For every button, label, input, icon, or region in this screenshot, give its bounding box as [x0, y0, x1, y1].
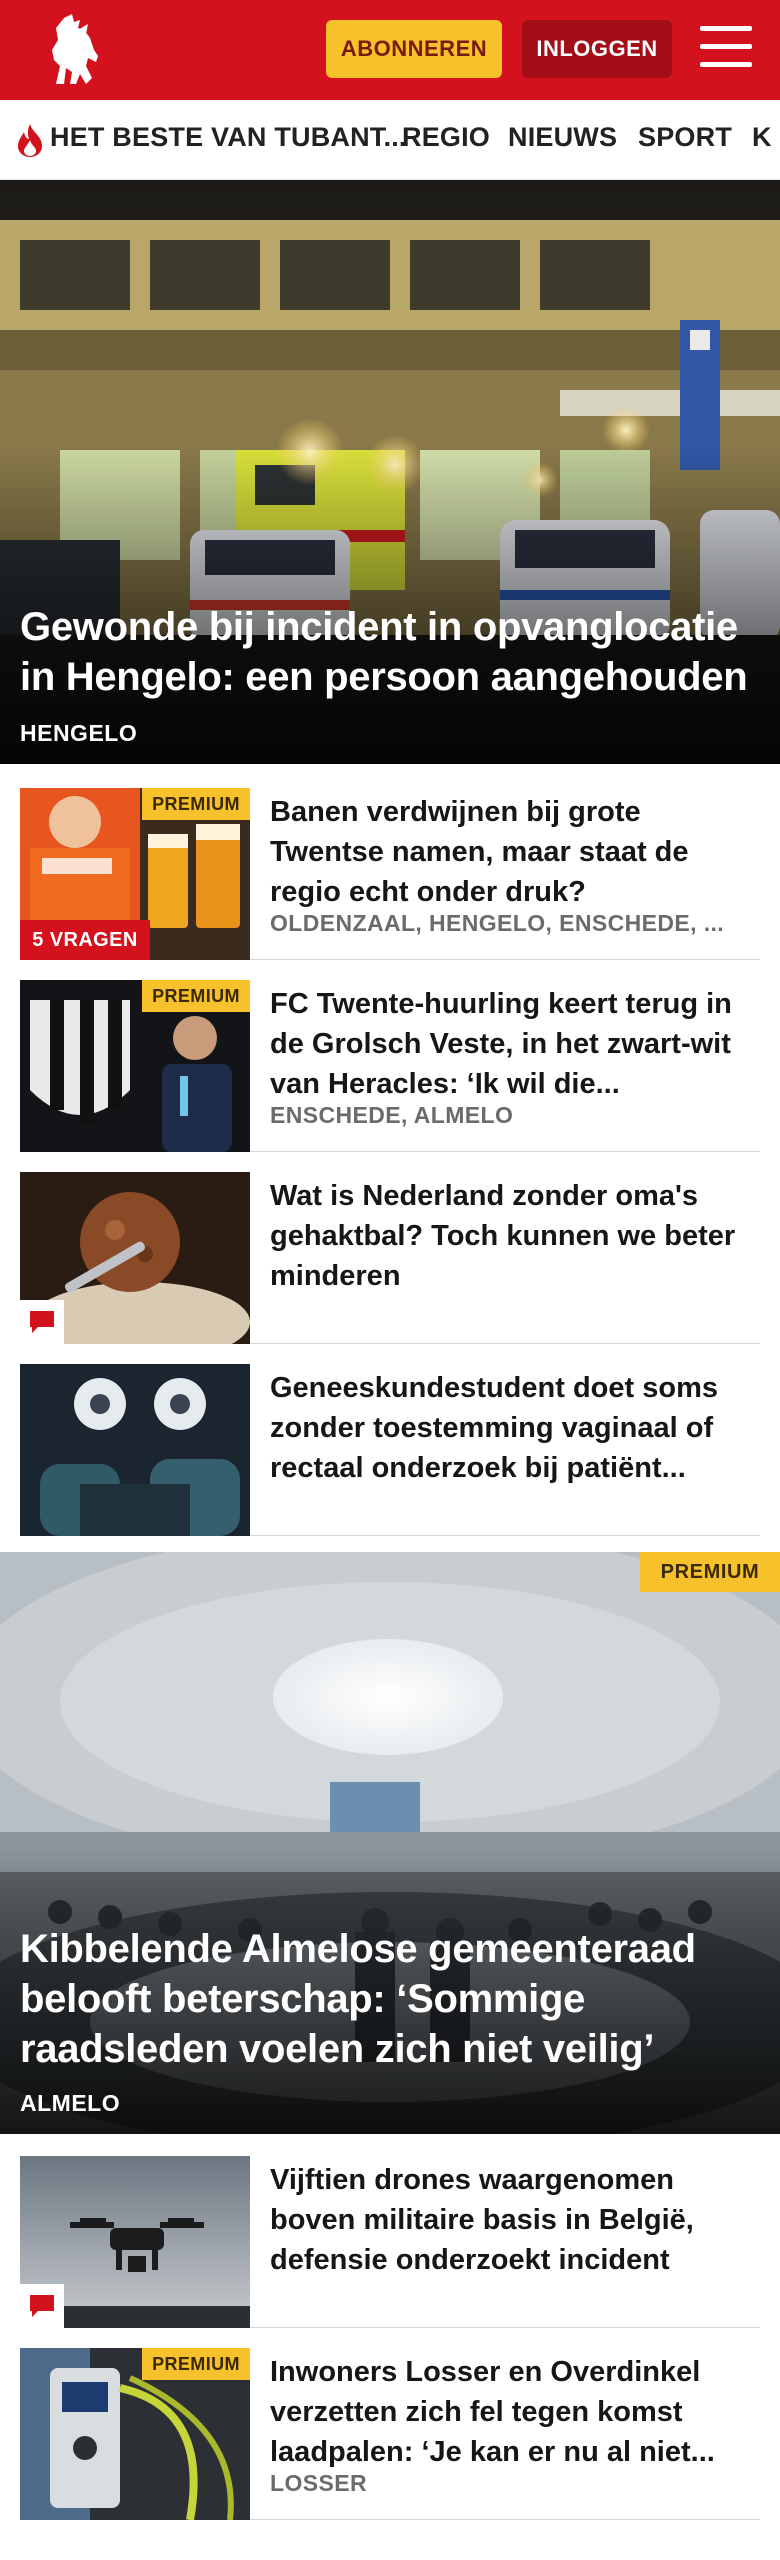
flame-icon [18, 124, 42, 157]
premium-badge: PREMIUM [142, 980, 250, 1012]
article-thumbnail: PREMIUM 5 VRAGEN [20, 788, 250, 960]
article-title[interactable]: Wat is Nederland zonder oma's gehaktbal?… [270, 1176, 750, 1296]
article-title[interactable]: Inwoners Losser en Overdinkel verzetten … [270, 2352, 750, 2472]
list-item[interactable]: Vijftien drones waargenomen boven milita… [20, 2136, 760, 2328]
nav-item-regio[interactable]: REGIO [402, 122, 490, 153]
list-item[interactable]: PREMIUM 5 VRAGEN Banen verdwijnen bij gr… [20, 768, 760, 960]
thumbnail-image [20, 1364, 250, 1536]
top-bar: ABONNEREN INLOGGEN [0, 0, 780, 100]
nav-item-nieuws[interactable]: NIEUWS [508, 122, 617, 153]
hero-location: ALMELO [20, 2090, 121, 2116]
nav-item-best-of[interactable]: HET BESTE VAN TUBANT... [50, 122, 407, 153]
section-nav: HET BESTE VAN TUBANT... REGIO NIEUWS SPO… [0, 100, 780, 180]
list-item[interactable]: Wat is Nederland zonder oma's gehaktbal?… [20, 1152, 760, 1344]
hamburger-menu-icon[interactable] [700, 24, 752, 72]
hero-article-almelo[interactable]: PREMIUM Kibbelende Almelose gemeenteraad… [0, 1552, 780, 2134]
list-item[interactable]: Geneeskundestudent doet soms zonder toes… [20, 1344, 760, 1536]
comment-icon [20, 2284, 64, 2328]
tag-badge: 5 VRAGEN [20, 920, 150, 960]
comment-icon [20, 1300, 64, 1344]
article-thumbnail [20, 1364, 250, 1536]
article-title[interactable]: FC Twente-huurling keert terug in de Gro… [270, 984, 750, 1104]
article-location: ENSCHEDE, ALMELO [270, 1102, 514, 1128]
premium-badge: PREMIUM [640, 1552, 780, 1592]
twente-horse-logo[interactable] [38, 10, 108, 90]
article-thumbnail: PREMIUM [20, 980, 250, 1152]
hero-title[interactable]: Gewonde bij incident in opvanglocatie in… [20, 602, 756, 702]
subscribe-button[interactable]: ABONNEREN [326, 20, 502, 78]
article-title[interactable]: Geneeskundestudent doet soms zonder toes… [270, 1368, 750, 1488]
nav-item-sport[interactable]: SPORT [638, 122, 732, 153]
hero-title[interactable]: Kibbelende Almelose gemeenteraad belooft… [20, 1924, 756, 2074]
nav-item-more[interactable]: K [752, 122, 772, 153]
list-item[interactable]: PREMIUM Inwoners Losser en Overdinkel ve… [20, 2328, 760, 2520]
article-thumbnail [20, 2156, 250, 2328]
article-location: OLDENZAAL, HENGELO, ENSCHEDE, ... [270, 910, 725, 936]
hero-article-hengelo[interactable]: Gewonde bij incident in opvanglocatie in… [0, 180, 780, 764]
article-title[interactable]: Banen verdwijnen bij grote Twentse namen… [270, 792, 750, 912]
premium-badge: PREMIUM [142, 2348, 250, 2380]
premium-badge: PREMIUM [142, 788, 250, 820]
article-title[interactable]: Vijftien drones waargenomen boven milita… [270, 2160, 750, 2280]
article-location: LOSSER [270, 2470, 367, 2496]
hero-location: HENGELO [20, 720, 138, 746]
list-item[interactable]: PREMIUM FC Twente-huurling keert terug i… [20, 960, 760, 1152]
article-thumbnail [20, 1172, 250, 1344]
login-button[interactable]: INLOGGEN [522, 20, 672, 78]
article-thumbnail: PREMIUM [20, 2348, 250, 2520]
